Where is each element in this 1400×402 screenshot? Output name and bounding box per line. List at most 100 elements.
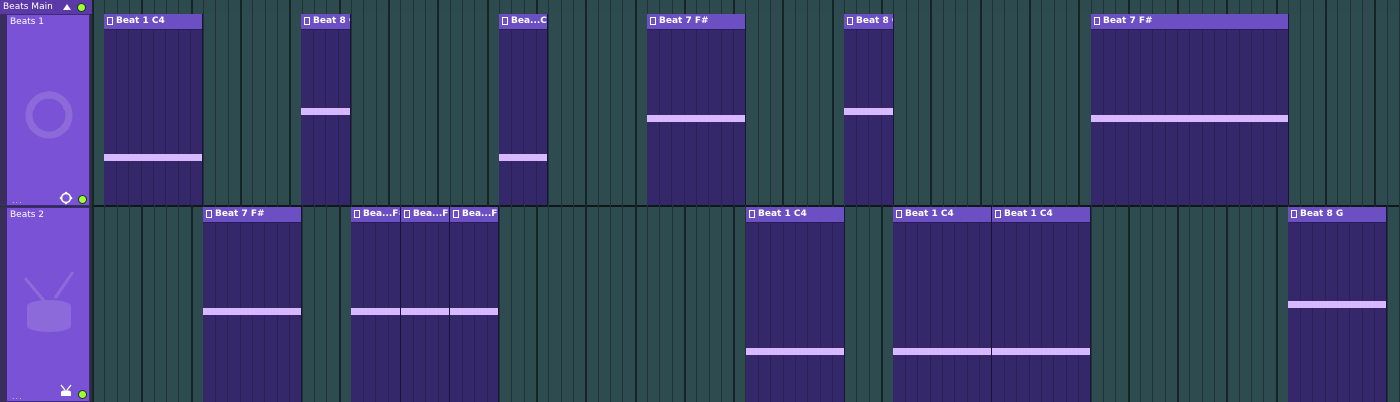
grid-line bbox=[585, 0, 587, 402]
clip-label: Beat 7 F# bbox=[659, 16, 709, 26]
clip-grid-line bbox=[930, 222, 931, 402]
clip-menu-icon[interactable] bbox=[404, 210, 410, 218]
clip-grid-line bbox=[116, 29, 117, 205]
clip-grid-line bbox=[1004, 222, 1005, 402]
clip-menu-icon[interactable] bbox=[206, 210, 212, 218]
clip-menu-icon[interactable] bbox=[304, 17, 310, 25]
clip-header[interactable]: Beat 7 F# bbox=[1091, 14, 1288, 30]
clip-menu-icon[interactable] bbox=[995, 210, 1001, 218]
clip-grid-line bbox=[338, 29, 339, 205]
clip-grid-line bbox=[905, 222, 906, 402]
tambourine-small-icon[interactable] bbox=[59, 191, 73, 205]
clip-grid-line bbox=[979, 222, 980, 402]
clip-grid-line bbox=[832, 222, 833, 402]
clip-grid-line bbox=[190, 29, 191, 205]
clip-header[interactable]: Bea...F# bbox=[401, 207, 449, 223]
note bbox=[203, 308, 301, 315]
clip-grid-line bbox=[536, 29, 537, 205]
grid-line bbox=[610, 0, 611, 402]
track-1-mute-led[interactable] bbox=[78, 195, 87, 204]
clip-header[interactable]: Bea...F# bbox=[450, 207, 498, 223]
clip-header[interactable]: Bea...C4 bbox=[499, 14, 547, 30]
clip-menu-icon[interactable] bbox=[502, 17, 508, 25]
clip-menu-icon[interactable] bbox=[847, 17, 853, 25]
note bbox=[844, 108, 893, 115]
clip-header[interactable]: Beat 1 C4 bbox=[893, 207, 991, 223]
clip-grid-line bbox=[1374, 222, 1375, 402]
clip-header[interactable]: Beat 7 F# bbox=[203, 207, 301, 223]
pattern-clip[interactable]: Beat 7 F# bbox=[203, 207, 302, 402]
track-2-mute-led[interactable] bbox=[78, 390, 87, 399]
track-header-beats-1[interactable]: Beats 1 ... bbox=[6, 14, 90, 206]
clip-label: Bea...C4 bbox=[511, 16, 547, 26]
clip-grid-line bbox=[1041, 222, 1042, 402]
note bbox=[1091, 115, 1288, 122]
pattern-clip[interactable]: Bea...F# bbox=[401, 207, 450, 402]
pattern-clip[interactable]: Beat 1 C4 bbox=[746, 207, 845, 402]
clip-grid-line bbox=[856, 29, 857, 205]
clip-header[interactable]: Beat 1 C4 bbox=[104, 14, 202, 30]
clip-label: Beat 1 C4 bbox=[1004, 209, 1053, 219]
clip-header[interactable]: Beat 8 G bbox=[301, 14, 350, 30]
grid-line bbox=[561, 0, 562, 402]
clip-header[interactable]: Beat 1 C4 bbox=[992, 207, 1090, 223]
clip-menu-icon[interactable] bbox=[896, 210, 902, 218]
pattern-clip[interactable]: Bea...F# bbox=[450, 207, 499, 402]
collapse-arrow-icon[interactable] bbox=[63, 4, 71, 10]
clip-header[interactable]: Beat 8 G bbox=[1288, 207, 1386, 223]
clip-grid-line bbox=[511, 29, 512, 205]
clip-menu-icon[interactable] bbox=[1291, 210, 1297, 218]
clip-header[interactable]: Bea...F# bbox=[351, 207, 400, 223]
clip-menu-icon[interactable] bbox=[107, 17, 113, 25]
clip-grid-line bbox=[820, 222, 821, 402]
pattern-clip[interactable]: Beat 7 F# bbox=[647, 14, 746, 205]
track-options-dots[interactable]: ... bbox=[12, 196, 23, 205]
clip-grid-line bbox=[1337, 222, 1338, 402]
grid-line bbox=[598, 0, 599, 402]
clip-menu-icon[interactable] bbox=[1094, 17, 1100, 25]
pattern-clip[interactable]: Bea...C4 bbox=[499, 14, 548, 205]
clip-grid-line bbox=[1078, 222, 1079, 402]
clip-grid-line bbox=[153, 29, 154, 205]
clip-grid-line bbox=[1325, 222, 1326, 402]
clip-grid-line bbox=[868, 29, 869, 205]
pattern-clip[interactable]: Beat 1 C4 bbox=[104, 14, 203, 205]
clip-header[interactable]: Beat 1 C4 bbox=[746, 207, 844, 223]
group-header[interactable]: Beats Main bbox=[0, 0, 92, 15]
pattern-clip[interactable]: Beat 8 G bbox=[301, 14, 351, 205]
clip-grid-line bbox=[758, 222, 759, 402]
clip-grid-line bbox=[178, 29, 179, 205]
clip-menu-icon[interactable] bbox=[453, 210, 459, 218]
clip-label: Beat 7 F# bbox=[1103, 16, 1153, 26]
pattern-clip[interactable]: Beat 8 G bbox=[844, 14, 894, 205]
clip-menu-icon[interactable] bbox=[650, 17, 656, 25]
note bbox=[450, 308, 498, 315]
group-mute-led[interactable] bbox=[77, 3, 86, 12]
note bbox=[992, 348, 1090, 355]
pattern-clip[interactable]: Bea...F# bbox=[351, 207, 401, 402]
clip-header[interactable]: Beat 8 G bbox=[844, 14, 893, 30]
track-options-dots[interactable]: ... bbox=[12, 392, 23, 401]
track-header-beats-2[interactable]: Beats 2 ... bbox=[6, 207, 90, 402]
grid-line bbox=[92, 0, 94, 402]
clip-grid-line bbox=[807, 222, 808, 402]
clip-grid-line bbox=[1053, 222, 1054, 402]
tambourine-icon bbox=[25, 91, 73, 139]
pattern-clip[interactable]: Beat 8 G bbox=[1288, 207, 1387, 402]
pattern-clip[interactable]: Beat 1 C4 bbox=[992, 207, 1091, 402]
clip-menu-icon[interactable] bbox=[749, 210, 755, 218]
drum-small-icon[interactable] bbox=[59, 384, 73, 398]
playlist-grid[interactable]: Beat 1 C4 Beat 8 G Bea...C4 Beat 7 F# bbox=[92, 0, 1400, 402]
clip-label: Bea...F# bbox=[363, 209, 400, 219]
pattern-clip[interactable]: Beat 7 F# bbox=[1091, 14, 1289, 205]
pattern-clip[interactable]: Beat 1 C4 bbox=[893, 207, 992, 402]
clip-label: Bea...F# bbox=[462, 209, 498, 219]
clip-label: Bea...F# bbox=[413, 209, 449, 219]
clip-label: Beat 8 G bbox=[313, 16, 350, 26]
clip-label: Beat 8 G bbox=[856, 16, 893, 26]
clip-grid-line bbox=[1312, 222, 1313, 402]
clip-grid-line bbox=[795, 222, 796, 402]
clip-header[interactable]: Beat 7 F# bbox=[647, 14, 745, 30]
grid-line bbox=[573, 0, 574, 402]
clip-menu-icon[interactable] bbox=[354, 210, 360, 218]
